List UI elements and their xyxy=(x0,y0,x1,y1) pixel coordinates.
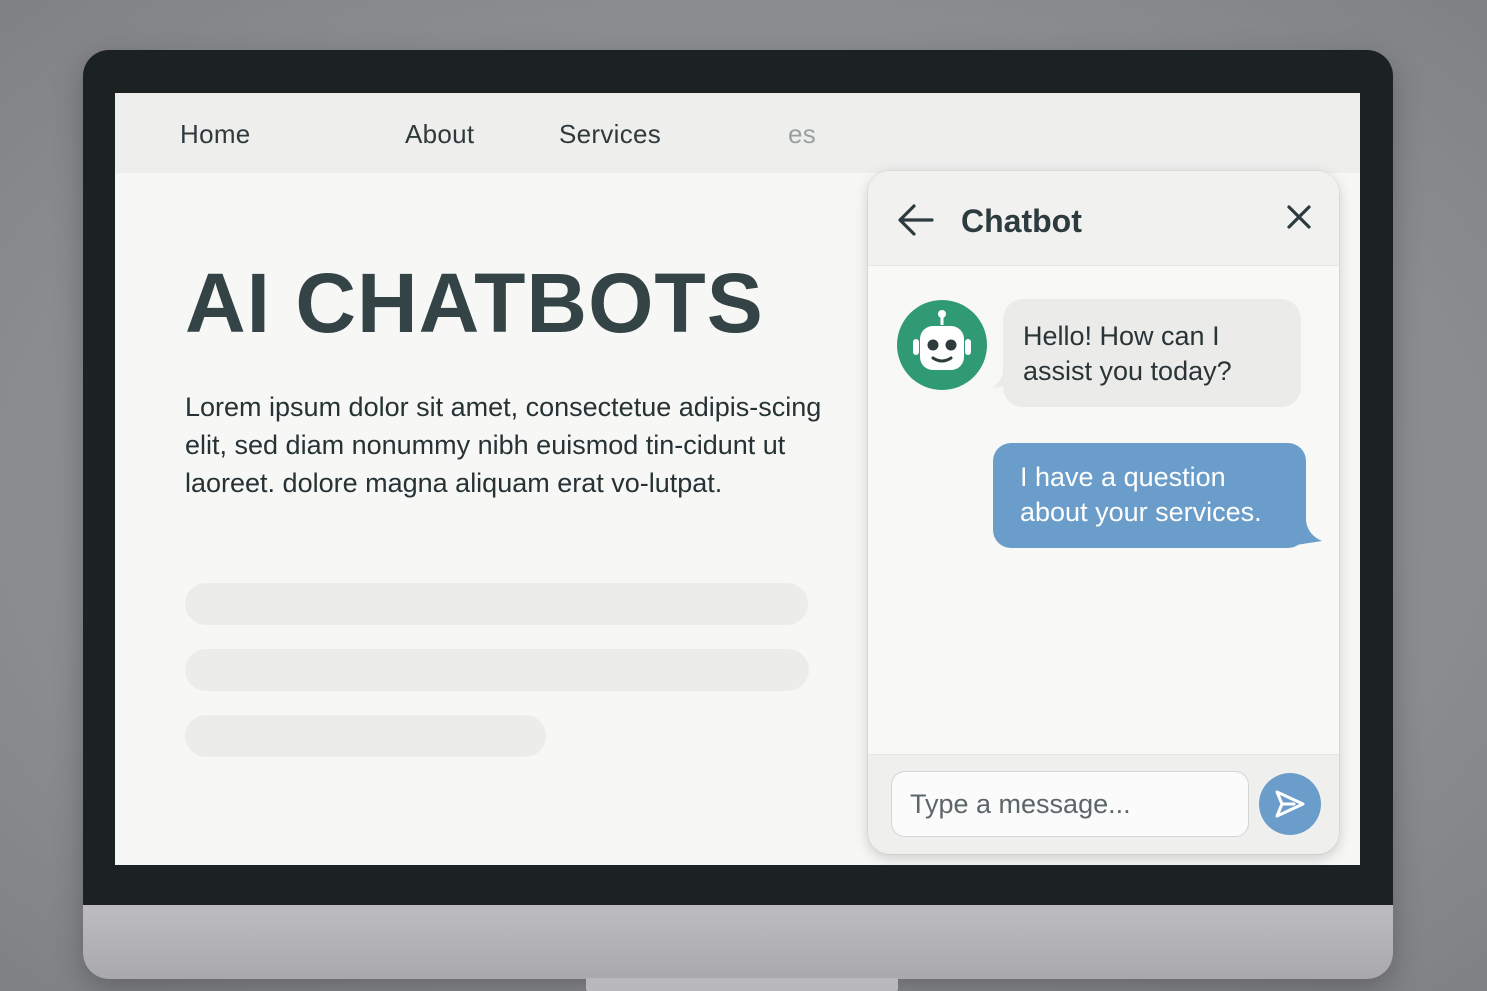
page-title: AI CHATBOTS xyxy=(185,256,764,350)
chatbot-widget: Chatbot Hello! How can I assist you toda… xyxy=(868,171,1339,854)
nav-partial-link[interactable]: es xyxy=(788,119,816,150)
chat-header: Chatbot xyxy=(868,171,1339,266)
hero-paragraph: Lorem ipsum dolor sit amet, consectetue … xyxy=(185,392,822,498)
monitor-chin xyxy=(83,905,1393,979)
close-icon[interactable] xyxy=(1286,204,1312,230)
monitor-frame: Home About Services es AI CHATBOTS Lorem… xyxy=(83,50,1393,979)
nav-home-link[interactable]: Home xyxy=(180,119,251,150)
top-navigation: Home About Services es xyxy=(115,93,1360,173)
chat-title: Chatbot xyxy=(961,203,1082,239)
browser-screen: Home About Services es AI CHATBOTS Lorem… xyxy=(115,93,1360,865)
bot-message-bubble: Hello! How can I assist you today? xyxy=(1003,299,1301,407)
nav-about-link[interactable]: About xyxy=(405,119,474,150)
message-input[interactable] xyxy=(891,771,1249,837)
user-message-bubble: I have a question about your services. xyxy=(993,443,1306,548)
placeholder-line-2 xyxy=(185,649,809,691)
monitor-stand xyxy=(586,978,898,991)
placeholder-line-1 xyxy=(185,583,808,625)
send-button[interactable] xyxy=(1259,773,1321,835)
nav-services-link[interactable]: Services xyxy=(559,119,661,150)
arrow-left-icon[interactable] xyxy=(896,201,936,239)
message-composer xyxy=(868,754,1339,854)
robot-icon xyxy=(897,300,987,390)
placeholder-line-3 xyxy=(185,715,546,757)
send-icon xyxy=(1275,790,1305,818)
